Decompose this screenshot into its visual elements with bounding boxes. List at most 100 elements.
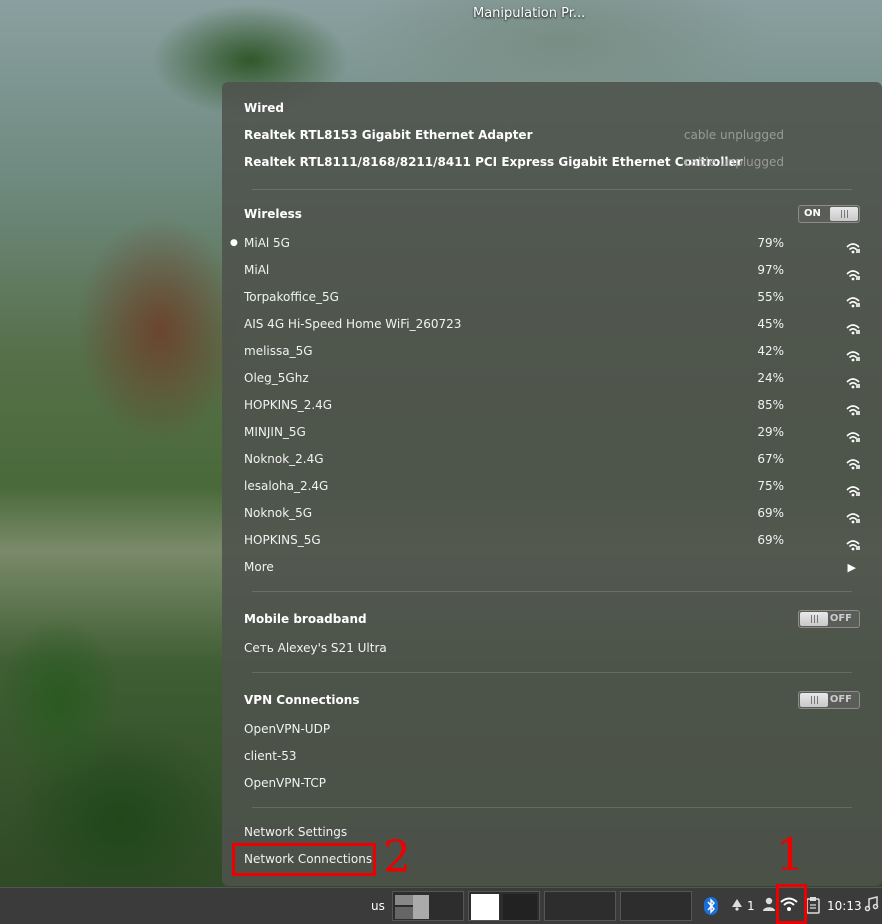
wifi-secure-icon [846,264,860,281]
wireless-network-item[interactable]: Noknok_5G 69% [244,500,882,527]
more-label: More [244,560,274,574]
wifi-secure-icon [846,534,860,551]
signal-strength: 79% [757,236,784,250]
clock[interactable]: 10:13 [827,888,862,924]
signal-strength: 55% [757,290,784,304]
signal-strength: 85% [757,398,784,412]
signal-strength: 69% [757,533,784,547]
toggle-label: ON [804,208,821,219]
annotation-box-network-connections [232,843,376,876]
network-name: lesaloha_2.4G [244,479,329,493]
taskbar: us 1 10:13 [0,884,882,924]
network-menu: Wired Realtek RTL8153 Gigabit Ethernet A… [222,82,882,886]
vpn-toggle[interactable]: OFF [798,691,860,709]
signal-strength: 67% [757,452,784,466]
mobile-toggle[interactable]: OFF [798,610,860,628]
signal-strength: 75% [757,479,784,493]
wifi-secure-icon [846,237,860,254]
signal-strength: 29% [757,425,784,439]
vpn-connection-item[interactable]: OpenVPN-TCP [244,770,882,797]
toggle-knob [800,693,828,707]
separator [252,591,852,592]
workspace-2[interactable] [468,891,540,921]
network-name: Noknok_2.4G [244,452,324,466]
music-note-icon[interactable] [862,896,880,916]
wireless-network-item[interactable]: HOPKINS_5G 69% [244,527,882,554]
toggle-label: OFF [829,613,852,624]
signal-strength: 69% [757,506,784,520]
wifi-secure-icon [846,318,860,335]
network-name: melissa_5G [244,344,313,358]
wireless-network-item[interactable]: lesaloha_2.4G 75% [244,473,882,500]
keyboard-layout-indicator[interactable]: us [371,888,385,924]
signal-strength: 45% [757,317,784,331]
toggle-label: OFF [829,694,852,705]
wireless-network-item[interactable]: Torpakoffice_5G 55% [244,284,882,311]
vpn-section-title: VPN Connections [244,693,360,707]
wireless-section-title: Wireless [244,207,302,221]
network-name: MiAl [244,263,270,277]
wireless-network-item[interactable]: HOPKINS_2.4G 85% [244,392,882,419]
bluetooth-icon[interactable] [702,896,720,916]
wifi-secure-icon [846,480,860,497]
signal-strength: 97% [757,263,784,277]
vpn-connection-name: OpenVPN-TCP [244,776,326,790]
wired-adapter-item[interactable]: Realtek RTL8153 Gigabit Ethernet Adapter… [244,122,882,149]
network-name: MINJIN_5G [244,425,306,439]
wifi-secure-icon [846,345,860,362]
network-name: Noknok_5G [244,506,313,520]
wired-section-title: Wired [244,101,284,115]
annotation-number-two: 2 [383,832,411,883]
network-name: HOPKINS_2.4G [244,398,333,412]
network-name: Torpakoffice_5G [244,290,339,304]
wifi-secure-icon [846,507,860,524]
signal-strength: 42% [757,344,784,358]
network-name: HOPKINS_5G [244,533,321,547]
wireless-network-item[interactable]: AIS 4G Hi-Speed Home WiFi_260723 45% [244,311,882,338]
workspace-4[interactable] [620,891,692,921]
notification-count: 1 [747,899,755,913]
network-name: Oleg_5Ghz [244,371,309,385]
toggle-knob [800,612,828,626]
separator [252,189,852,190]
workspace-3[interactable] [544,891,616,921]
connected-indicator-icon: ● [230,238,238,248]
wireless-network-item[interactable]: Noknok_2.4G 67% [244,446,882,473]
vpn-connection-item[interactable]: OpenVPN-UDP [244,716,882,743]
desktop-icon-label[interactable]: Manipulation Pr... [473,6,585,21]
annotation-number-one: 1 [776,830,804,881]
wifi-secure-icon [846,453,860,470]
mobile-section-title: Mobile broadband [244,612,367,626]
wireless-more-item[interactable]: More ▶ [244,554,882,581]
workspace-1[interactable] [392,891,464,921]
vpn-connection-name: client-53 [244,749,297,763]
wireless-network-item[interactable]: MINJIN_5G 29% [244,419,882,446]
notifications-icon[interactable] [728,896,746,916]
wireless-network-item[interactable]: ● MiAl 5G 79% [230,230,882,257]
mobile-connection-item[interactable]: Сеть Alexey's S21 Ultra [244,635,882,662]
vpn-connection-name: OpenVPN-UDP [244,722,331,736]
adapter-name: Realtek RTL8153 Gigabit Ethernet Adapter [244,128,533,142]
network-name: AIS 4G Hi-Speed Home WiFi_260723 [244,317,462,331]
network-name: MiAl 5G [244,236,290,250]
wired-adapter-item[interactable]: Realtek RTL8111/8168/8211/8411 PCI Expre… [244,149,882,176]
separator [252,807,852,808]
chevron-right-icon: ▶ [847,561,856,574]
network-settings-label: Network Settings [244,825,348,839]
wifi-secure-icon [846,399,860,416]
wireless-network-item[interactable]: MiAl 97% [244,257,882,284]
mobile-connection-name: Сеть Alexey's S21 Ultra [244,641,387,655]
wireless-network-item[interactable]: melissa_5G 42% [244,338,882,365]
wireless-toggle[interactable]: ON [798,205,860,223]
separator [252,672,852,673]
signal-strength: 24% [757,371,784,385]
adapter-name: Realtek RTL8111/8168/8211/8411 PCI Expre… [244,155,743,169]
wifi-secure-icon [846,426,860,443]
wifi-secure-icon [846,291,860,308]
vpn-connection-item[interactable]: client-53 [244,743,882,770]
toggle-knob [830,207,858,221]
adapter-status: cable unplugged [683,128,784,142]
adapter-status: cable unplugged [683,155,784,169]
wifi-secure-icon [846,372,860,389]
wireless-network-item[interactable]: Oleg_5Ghz 24% [244,365,882,392]
